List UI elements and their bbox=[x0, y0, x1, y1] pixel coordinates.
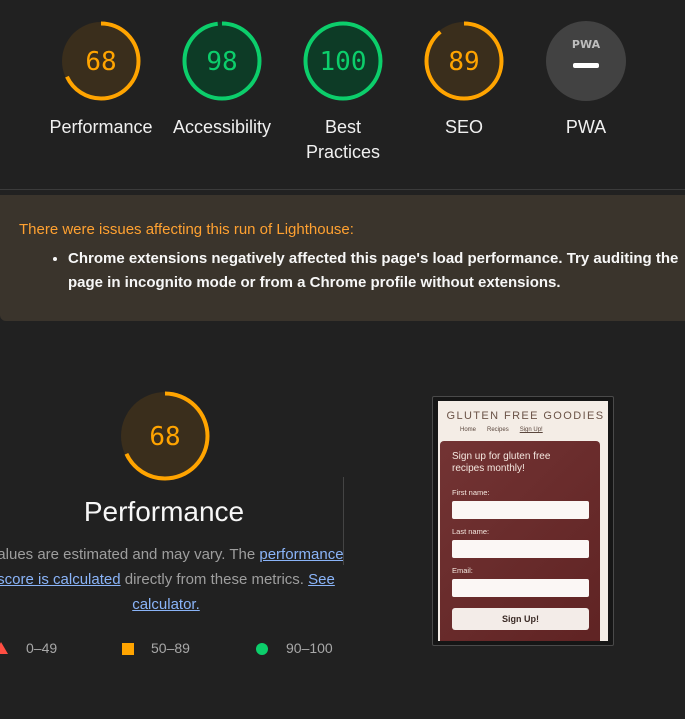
gauge-ring: 68 bbox=[61, 21, 141, 101]
first-name-label: First name: bbox=[452, 488, 490, 497]
last-name-label: Last name: bbox=[452, 527, 490, 536]
gauge-label: Best Practices bbox=[305, 117, 381, 162]
site-title: GLUTEN FREE GOODIES bbox=[446, 410, 605, 422]
triangle-fail-icon bbox=[0, 642, 8, 654]
nav-recipes: Recipes bbox=[487, 427, 509, 433]
performance-description: Values are estimated and may vary. The p… bbox=[0, 542, 344, 617]
gauge-best-practices[interactable]: 100 Best Practices bbox=[273, 20, 413, 165]
legend-average-label: 50–89 bbox=[151, 640, 190, 656]
site-nav: Home Recipes Sign Up! bbox=[460, 427, 554, 433]
square-average-icon bbox=[122, 643, 134, 655]
gauge-ring: 89 bbox=[424, 21, 504, 101]
gauge-label: Performance bbox=[49, 117, 153, 137]
email-field bbox=[452, 579, 589, 597]
gauge-label: SEO bbox=[444, 117, 483, 137]
first-name-field bbox=[452, 501, 589, 519]
gauge-pwa[interactable]: PWA PWA bbox=[516, 20, 656, 140]
gauge-score: 89 bbox=[448, 47, 479, 77]
form-heading: Sign up for gluten free recipes monthly! bbox=[452, 451, 551, 474]
warning-title: There were issues affecting this run of … bbox=[19, 221, 354, 238]
performance-gauge: 68 bbox=[118, 389, 212, 488]
gauge-label: PWA bbox=[565, 117, 607, 137]
gauge-ring: 100 bbox=[303, 21, 383, 101]
lighthouse-warning: There were issues affecting this run of … bbox=[0, 195, 685, 321]
vertical-divider bbox=[343, 477, 344, 565]
score-legend: 0–49 50–89 90–100 bbox=[0, 640, 345, 658]
circle-pass-icon bbox=[256, 643, 268, 655]
gauge-score: 68 bbox=[85, 47, 116, 77]
last-name-field bbox=[452, 540, 589, 558]
gauge-label: Accessibility bbox=[172, 117, 272, 137]
category-scores: 68 Performance 98 Accessibility 100 Best… bbox=[0, 0, 685, 190]
warning-list: Chrome extensions negatively affected th… bbox=[28, 247, 685, 295]
screenshot-page: GLUTEN FREE GOODIES Home Recipes Sign Up! … bbox=[438, 401, 608, 641]
pwa-badge-icon: PWA bbox=[546, 21, 626, 101]
final-screenshot[interactable]: GLUTEN FREE GOODIES Home Recipes Sign Up! … bbox=[432, 396, 614, 646]
gauge-score: 98 bbox=[206, 47, 237, 77]
section-divider bbox=[0, 189, 685, 190]
legend-fail-label: 0–49 bbox=[26, 640, 58, 656]
desc-text-2: directly from these metrics. bbox=[120, 571, 309, 588]
nav-sign-up: Sign Up! bbox=[519, 427, 543, 433]
gauge-ring: 98 bbox=[182, 21, 262, 101]
nav-home: Home bbox=[460, 427, 477, 433]
gauge-score: 100 bbox=[320, 47, 367, 77]
legend-pass-label: 90–100 bbox=[286, 640, 333, 656]
signup-form: Sign up for gluten free recipes monthly!… bbox=[440, 441, 600, 641]
gauge-seo[interactable]: 89 SEO bbox=[394, 20, 534, 140]
desc-text-1: Values are estimated and may vary. The bbox=[0, 546, 260, 563]
gauge-performance[interactable]: 68 Performance bbox=[31, 20, 171, 140]
performance-title: Performance bbox=[83, 496, 245, 527]
email-label: Email: bbox=[452, 566, 473, 575]
sign-up-button: Sign Up! bbox=[452, 608, 589, 630]
gauge-accessibility[interactable]: 98 Accessibility bbox=[152, 20, 292, 140]
performance-score: 68 bbox=[149, 422, 180, 452]
pwa-badge-text: PWA bbox=[572, 38, 601, 51]
warning-item: Chrome extensions negatively affected th… bbox=[68, 247, 685, 295]
gauge-ring: 68 bbox=[120, 391, 210, 481]
